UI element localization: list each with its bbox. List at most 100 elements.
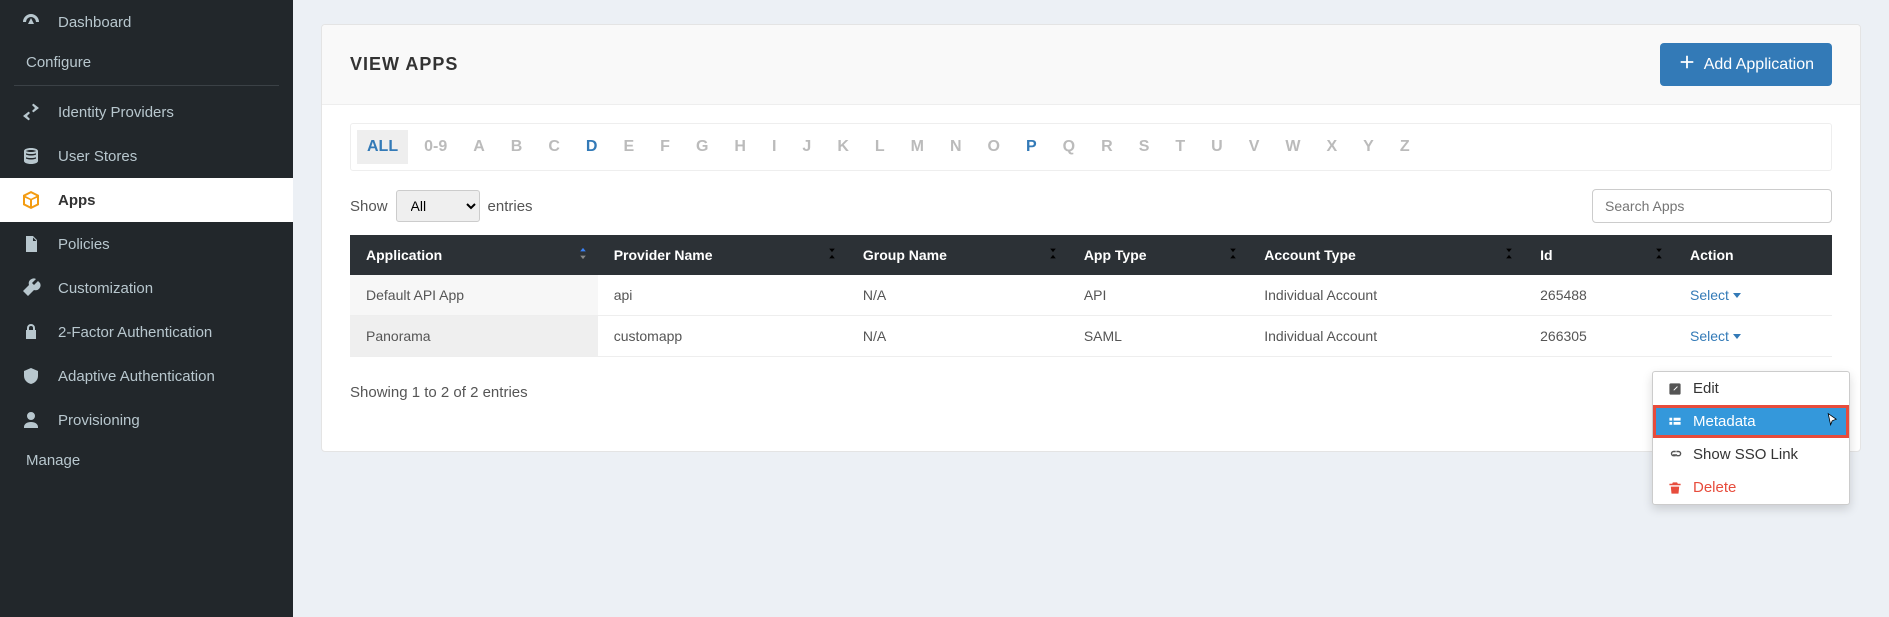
cell-id: 265488 (1524, 275, 1674, 316)
show-entries-select[interactable]: All102550100 (396, 190, 480, 222)
alpha-filter-d[interactable]: D (576, 130, 608, 164)
plus-icon (1678, 53, 1696, 76)
dropdown-item-delete[interactable]: Delete (1653, 471, 1849, 504)
dropdown-item-label: Edit (1693, 380, 1719, 397)
cell-provider: customapp (598, 316, 847, 357)
alpha-filter-p[interactable]: P (1016, 130, 1047, 164)
col-account-type[interactable]: Account Type (1248, 235, 1524, 275)
user-icon (20, 410, 42, 430)
dropdown-item-label: Metadata (1693, 413, 1756, 430)
alpha-filter-a[interactable]: A (463, 130, 495, 164)
alpha-filter-q[interactable]: Q (1053, 130, 1085, 164)
alpha-filter-j[interactable]: J (792, 130, 821, 164)
sidebar-item-label: Dashboard (58, 14, 131, 31)
col-action[interactable]: Action (1674, 235, 1832, 275)
sidebar-sub-configure[interactable]: Configure (0, 44, 293, 81)
table-header: ApplicationProvider NameGroup NameApp Ty… (350, 235, 1832, 275)
sidebar-item-label: Customization (58, 280, 153, 297)
cell-provider: api (598, 275, 847, 316)
sidebar-item-identity-providers[interactable]: Identity Providers (0, 90, 293, 134)
sidebar-item-apps[interactable]: Apps (0, 178, 293, 222)
caret-down-icon (1733, 293, 1741, 298)
alpha-filter-bar: ALL0-9ABCDEFGHIJKLMNOPQRSTUVWXYZ (350, 123, 1832, 171)
sidebar-item-dashboard[interactable]: Dashboard (0, 0, 293, 44)
alpha-filter-m[interactable]: M (901, 130, 934, 164)
alpha-filter-h[interactable]: H (724, 130, 756, 164)
col-id[interactable]: Id (1524, 235, 1674, 275)
alpha-filter-r[interactable]: R (1091, 130, 1123, 164)
alpha-filter-g[interactable]: G (686, 130, 718, 164)
alpha-filter-k[interactable]: K (827, 130, 859, 164)
col-app-type[interactable]: App Type (1068, 235, 1248, 275)
sidebar-sub-label: Manage (26, 452, 80, 469)
alpha-filter-t[interactable]: T (1165, 130, 1195, 164)
alpha-filter-0-9[interactable]: 0-9 (414, 130, 457, 164)
add-application-button[interactable]: Add Application (1660, 43, 1832, 86)
show-label-before: Show (350, 198, 388, 215)
alpha-filter-l[interactable]: L (865, 130, 895, 164)
alpha-filter-w[interactable]: W (1275, 130, 1310, 164)
wrench-icon (20, 278, 42, 298)
sidebar-sub-manage[interactable]: Manage (0, 442, 293, 479)
dropdown-item-metadata[interactable]: Metadata (1653, 405, 1849, 438)
dashboard-icon (20, 12, 42, 32)
alpha-filter-b[interactable]: B (501, 130, 533, 164)
alpha-filter-v[interactable]: V (1239, 130, 1270, 164)
alpha-filter-all[interactable]: ALL (357, 130, 408, 164)
cell-group: N/A (847, 275, 1068, 316)
dropdown-item-edit[interactable]: Edit (1653, 372, 1849, 405)
alpha-filter-u[interactable]: U (1201, 130, 1233, 164)
alpha-filter-x[interactable]: X (1316, 130, 1347, 164)
exchange-icon (20, 102, 42, 122)
alpha-filter-e[interactable]: E (613, 130, 644, 164)
cell-application: Panorama (350, 316, 598, 357)
select-action-link[interactable]: Select (1690, 287, 1741, 303)
cell-account: Individual Account (1248, 275, 1524, 316)
main: VIEW APPS Add Application ALL0-9ABCDEFGH… (293, 0, 1889, 617)
select-action-link[interactable]: Select (1690, 328, 1741, 344)
alpha-filter-o[interactable]: O (978, 130, 1010, 164)
alpha-filter-f[interactable]: F (650, 130, 680, 164)
search-input[interactable] (1592, 189, 1832, 223)
action-dropdown: Edit Metadata Show SSO LinkDelete (1652, 371, 1850, 505)
col-application[interactable]: Application (350, 235, 598, 275)
dropdown-item-show-sso-link[interactable]: Show SSO Link (1653, 438, 1849, 471)
cursor-icon (1825, 412, 1841, 432)
edit-icon (1667, 382, 1683, 396)
alpha-filter-n[interactable]: N (940, 130, 972, 164)
col-provider-name[interactable]: Provider Name (598, 235, 847, 275)
sidebar-item-label: Identity Providers (58, 104, 174, 121)
sort-icon (578, 247, 588, 264)
cell-id: 266305 (1524, 316, 1674, 357)
sidebar-item-label: Provisioning (58, 412, 140, 429)
caret-down-icon (1733, 334, 1741, 339)
sidebar-item-2fa[interactable]: 2-Factor Authentication (0, 310, 293, 354)
apps-table: ApplicationProvider NameGroup NameApp Ty… (350, 235, 1832, 357)
cell-action: Select (1674, 316, 1832, 357)
link-icon (1667, 448, 1683, 462)
sidebar-item-user-stores[interactable]: User Stores (0, 134, 293, 178)
show-label-after: entries (488, 198, 533, 215)
panel-view-apps: VIEW APPS Add Application ALL0-9ABCDEFGH… (321, 24, 1861, 452)
sidebar-item-label: User Stores (58, 148, 137, 165)
cell-action: Select (1674, 275, 1832, 316)
alpha-filter-z[interactable]: Z (1390, 130, 1420, 164)
sidebar-item-label: Adaptive Authentication (58, 368, 215, 385)
col-group-name[interactable]: Group Name (847, 235, 1068, 275)
controls-row: Show All102550100 entries (350, 189, 1832, 223)
alpha-filter-s[interactable]: S (1129, 130, 1160, 164)
alpha-filter-i[interactable]: I (762, 130, 786, 164)
sort-icon (1504, 247, 1514, 264)
sidebar-item-provisioning[interactable]: Provisioning (0, 398, 293, 442)
alpha-filter-c[interactable]: C (538, 130, 570, 164)
lock-icon (20, 322, 42, 342)
table-row: Default API AppapiN/AAPIIndividual Accou… (350, 275, 1832, 316)
alpha-filter-y[interactable]: Y (1353, 130, 1384, 164)
sidebar-item-adaptive-auth[interactable]: Adaptive Authentication (0, 354, 293, 398)
list-icon (1667, 415, 1683, 429)
sidebar-item-customization[interactable]: Customization (0, 266, 293, 310)
cell-account: Individual Account (1248, 316, 1524, 357)
sidebar-item-policies[interactable]: Policies (0, 222, 293, 266)
table-footer: Showing 1 to 2 of 2 entries FirstPreviou… (350, 373, 1832, 411)
database-icon (20, 146, 42, 166)
